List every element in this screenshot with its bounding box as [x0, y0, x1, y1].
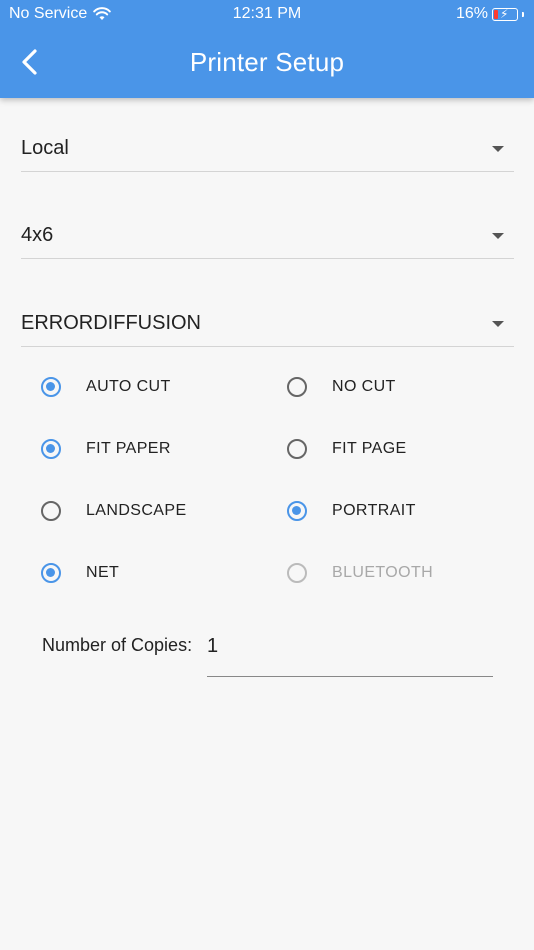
bluetooth-option: BLUETOOTH — [287, 556, 433, 590]
status-time: 12:31 PM — [232, 5, 302, 22]
battery-tip — [522, 11, 524, 17]
radio-disabled — [287, 563, 307, 583]
dithering-value: ERRORDIFFUSION — [21, 312, 201, 334]
radio-unselected[interactable] — [287, 377, 307, 397]
portrait-label: PORTRAIT — [332, 502, 416, 519]
printer-type-dropdown[interactable]: Local — [21, 127, 514, 172]
printer-type-value: Local — [21, 137, 69, 159]
app-bar: No Service 12:31 PM 16% ⚡ Printer Setup — [0, 0, 534, 98]
bluetooth-label: BLUETOOTH — [332, 564, 434, 581]
dropdown-arrow-icon — [492, 233, 504, 239]
radio-unselected[interactable] — [287, 439, 307, 459]
auto-cut-option[interactable]: AUTO CUT — [41, 370, 170, 404]
net-option[interactable]: NET — [41, 556, 119, 590]
no-cut-label: NO CUT — [332, 378, 396, 395]
copies-value: 1 — [207, 635, 219, 657]
radio-selected[interactable] — [287, 501, 307, 521]
page-title: Printer Setup — [189, 47, 345, 77]
net-label: NET — [86, 564, 120, 581]
fit-page-label: FIT PAGE — [332, 440, 407, 457]
auto-cut-label: AUTO CUT — [86, 378, 171, 395]
status-bar: No Service 12:31 PM 16% ⚡ — [0, 0, 534, 30]
battery-charging-icon: ⚡ — [492, 7, 518, 21]
portrait-option[interactable]: PORTRAIT — [287, 494, 415, 528]
paper-size-value: 4x6 — [21, 224, 54, 246]
radio-unselected[interactable] — [41, 501, 61, 521]
radio-selected[interactable] — [41, 439, 61, 459]
battery-percent: 16% — [455, 5, 488, 22]
radio-selected[interactable] — [41, 377, 61, 397]
radio-selected[interactable] — [41, 563, 61, 583]
paper-size-dropdown[interactable]: 4x6 — [21, 214, 514, 259]
fit-paper-option[interactable]: FIT PAPER — [41, 432, 170, 466]
copies-input[interactable]: 1 — [207, 626, 493, 677]
no-cut-option[interactable]: NO CUT — [287, 370, 395, 404]
dropdown-arrow-icon — [492, 321, 504, 327]
dropdown-arrow-icon — [492, 146, 504, 152]
fit-paper-label: FIT PAPER — [86, 440, 171, 457]
landscape-label: LANDSCAPE — [86, 502, 187, 519]
landscape-option[interactable]: LANDSCAPE — [41, 494, 186, 528]
status-right: 16% ⚡ — [456, 5, 524, 23]
copies-label: Number of Copies: — [42, 635, 193, 655]
dithering-dropdown[interactable]: ERRORDIFFUSION — [21, 302, 514, 347]
fit-page-option[interactable]: FIT PAGE — [287, 432, 406, 466]
